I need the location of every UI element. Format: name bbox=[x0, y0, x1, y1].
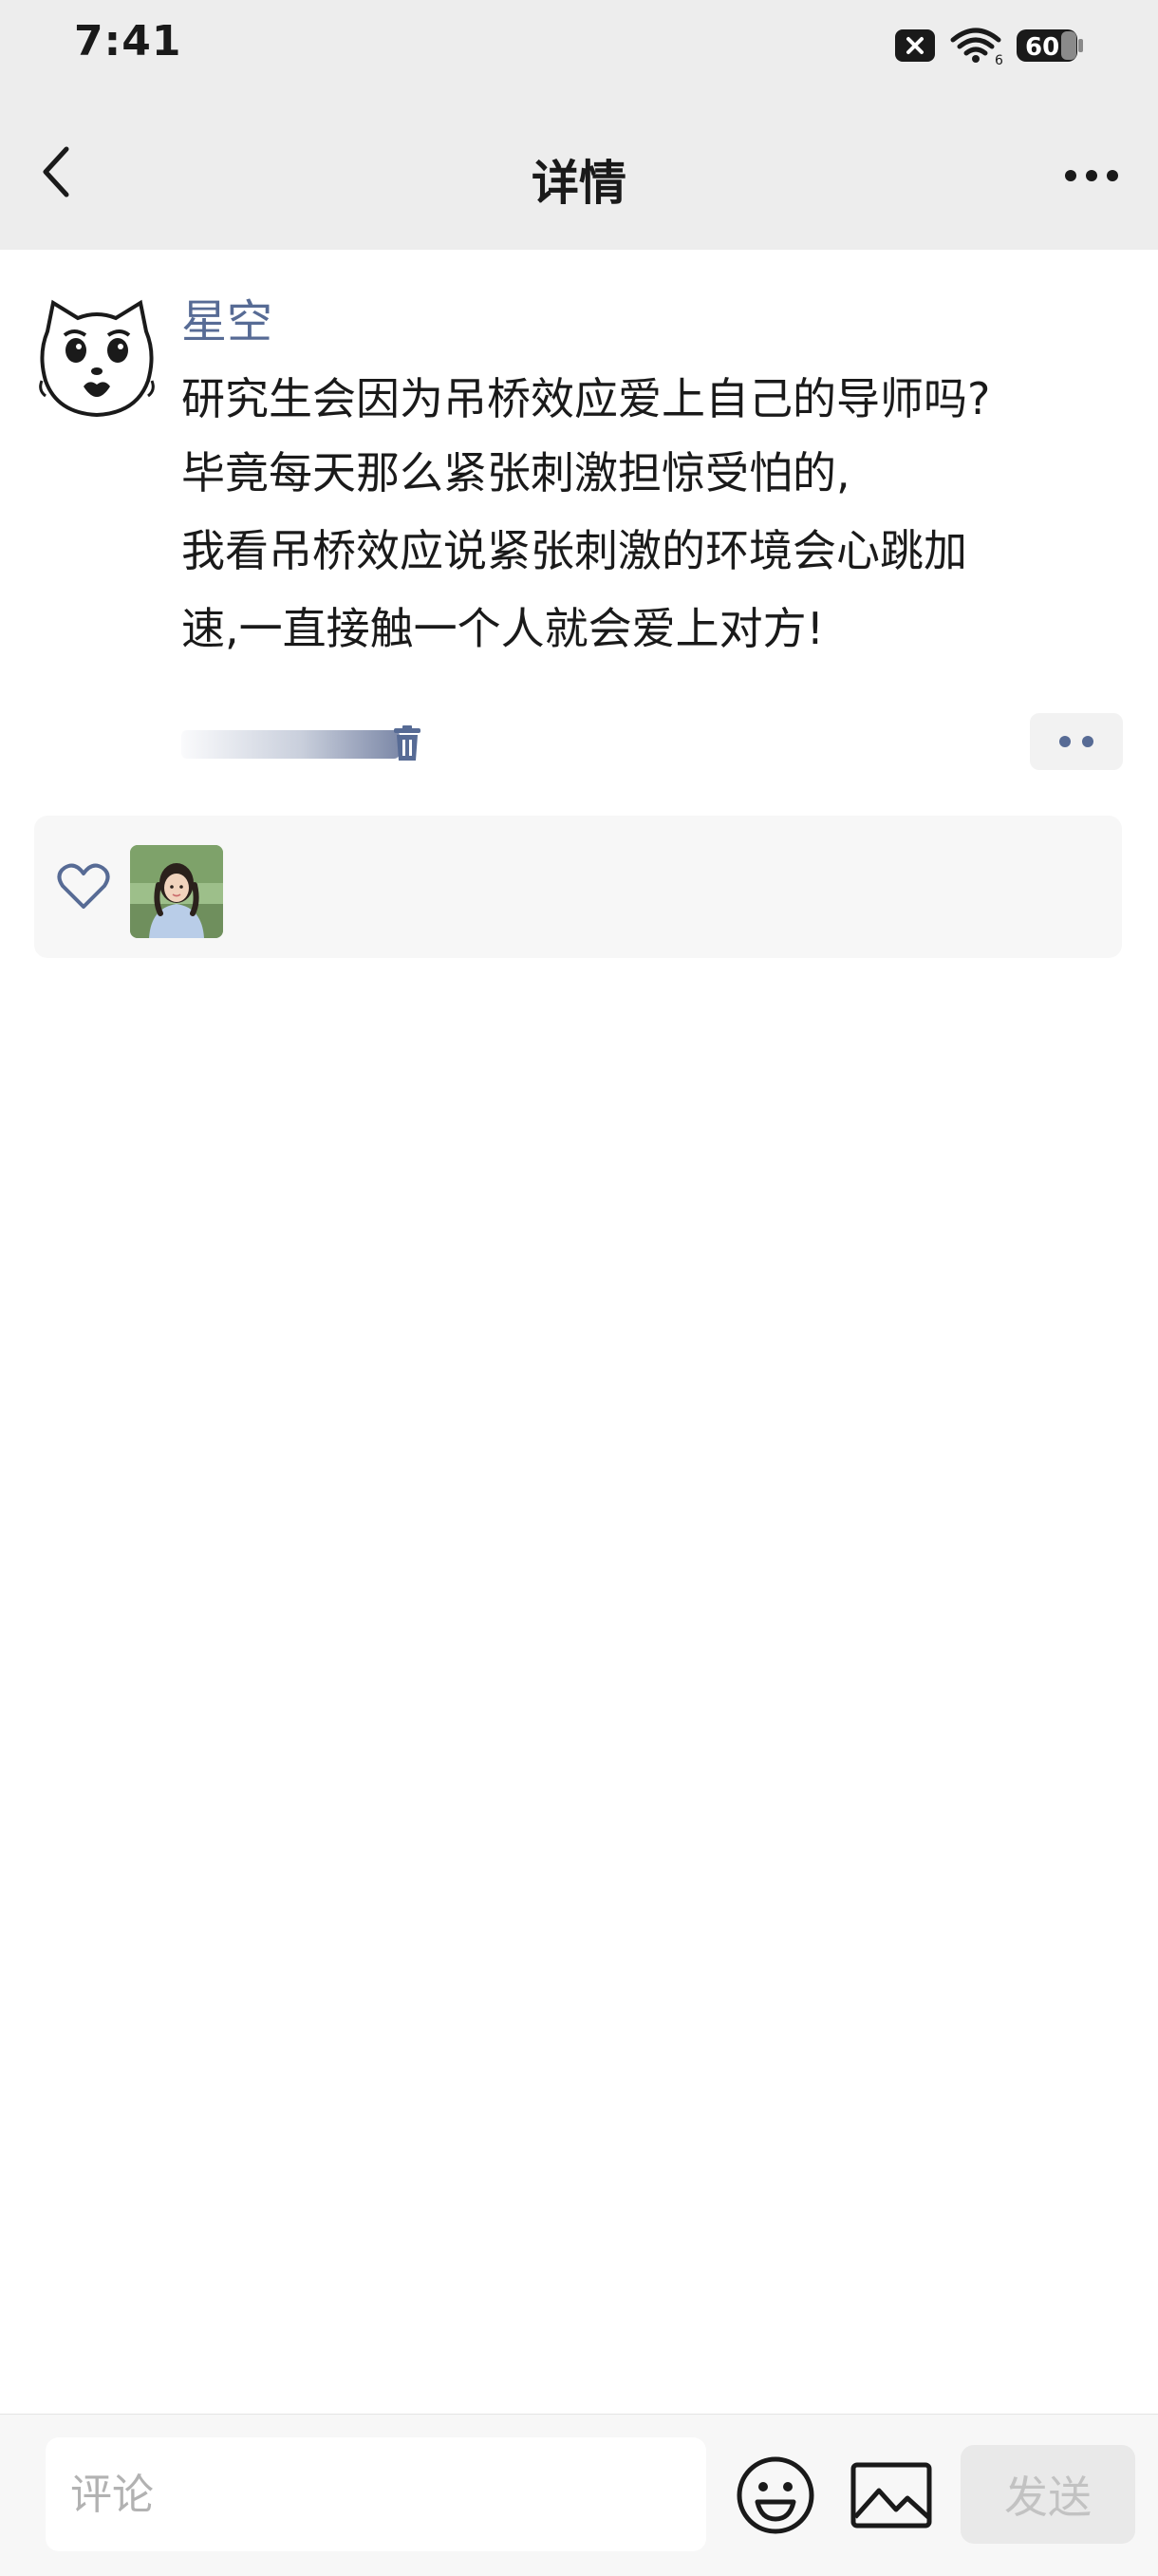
status-bar: 7:41 6 60 bbox=[0, 0, 1158, 90]
heart-icon bbox=[57, 863, 110, 909]
more-button[interactable] bbox=[1054, 147, 1130, 204]
user-photo-avatar bbox=[130, 845, 223, 938]
post-action-button[interactable] bbox=[1030, 713, 1123, 770]
two-dots-icon bbox=[1059, 736, 1071, 747]
liker-avatar[interactable] bbox=[130, 845, 223, 938]
emoji-button[interactable] bbox=[735, 2454, 816, 2536]
post-line: 速,一直接触一个人就会爱上对方! bbox=[181, 603, 825, 654]
cartoon-cat-avatar bbox=[34, 295, 159, 421]
image-button[interactable] bbox=[850, 2462, 932, 2529]
post-line: 我看吊桥效应说紧张刺激的环境会心跳加 bbox=[181, 525, 967, 576]
post-line: 毕竟每天那么紧张刺激担惊受怕的, bbox=[181, 447, 850, 498]
notification-blocked-icon bbox=[894, 28, 936, 63]
post-line: 研究生会因为吊桥效应爱上自己的导师吗? bbox=[181, 373, 991, 424]
delete-button[interactable] bbox=[388, 723, 426, 764]
comment-input[interactable] bbox=[46, 2437, 706, 2551]
trash-icon bbox=[394, 725, 420, 761]
post-text: 研究生会因为吊桥效应爱上自己的导师吗? 毕竟每天那么紧张刺激担惊受怕的, 我看吊… bbox=[181, 362, 1130, 666]
battery-level: 60 bbox=[1025, 33, 1059, 62]
send-button[interactable]: 发送 bbox=[961, 2445, 1135, 2544]
network-label: 6 bbox=[995, 53, 1002, 65]
post-time-redacted bbox=[181, 730, 400, 759]
image-icon bbox=[850, 2462, 932, 2529]
nav-bar: 详情 bbox=[0, 90, 1158, 250]
status-icons: 6 60 bbox=[894, 25, 1084, 66]
comment-bar: 发送 bbox=[0, 2414, 1158, 2576]
page-title: 详情 bbox=[532, 156, 626, 211]
smiley-icon bbox=[737, 2456, 814, 2534]
wifi-icon: 6 bbox=[949, 27, 1002, 65]
status-time: 7:41 bbox=[74, 17, 182, 66]
battery-icon: 60 bbox=[1016, 28, 1084, 64]
author-name[interactable]: 星空 bbox=[181, 295, 272, 350]
post-meta bbox=[181, 713, 1123, 770]
two-dots-icon bbox=[1082, 736, 1093, 747]
likes-section bbox=[34, 816, 1122, 958]
more-dots-icon bbox=[1065, 170, 1118, 181]
author-avatar[interactable] bbox=[34, 295, 159, 421]
